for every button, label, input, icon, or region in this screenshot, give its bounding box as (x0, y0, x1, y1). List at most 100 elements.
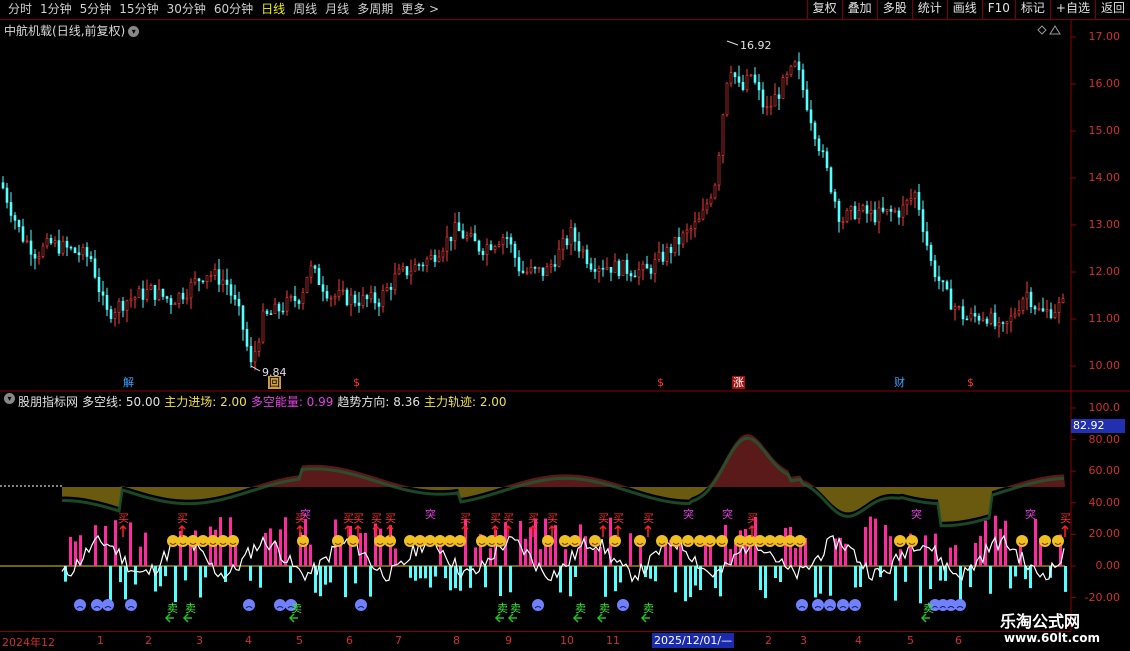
histogram-bar-neg (774, 566, 777, 579)
candle-body (965, 318, 969, 321)
smiley-icon (670, 535, 682, 547)
histogram-bar-neg (159, 566, 162, 587)
sad-face-icon (849, 599, 861, 611)
candle-body (305, 276, 309, 293)
candle-body (853, 205, 857, 219)
candle-body (633, 275, 637, 278)
candle-body (1029, 291, 1033, 308)
candle-body (545, 266, 549, 276)
date-label: 6 (346, 634, 353, 647)
candle-body (741, 82, 745, 90)
buy-arrow (599, 524, 607, 537)
candle-body (1021, 298, 1025, 311)
buy-signal: 买 (613, 512, 624, 525)
candle-body (481, 250, 485, 255)
event-marker[interactable]: 解 (122, 376, 135, 389)
candle-body (997, 322, 1001, 327)
sell-arrow (507, 613, 517, 623)
candle-body (473, 233, 477, 242)
candle-body (345, 289, 349, 306)
candle-body (197, 278, 201, 282)
candle-body (9, 202, 13, 216)
buy-signal: 买 (460, 512, 471, 525)
event-marker[interactable]: $ (656, 376, 665, 389)
candle-body (1033, 306, 1037, 310)
candle-body (1025, 291, 1029, 300)
buy-signal: 买 (385, 512, 396, 525)
candle-body (265, 310, 269, 314)
sad-face-icon (274, 599, 286, 611)
candle-body (433, 254, 437, 262)
candle-body (373, 292, 377, 304)
candle-body (245, 329, 249, 347)
high-pointer (726, 40, 739, 46)
chart-canvas[interactable]: 16.929.84买买买买买买买买买买买买买买买买买突突突突突突卖卖卖卖卖卖卖卖… (0, 0, 1130, 650)
candle-body (621, 259, 625, 276)
histogram-bar-neg (429, 566, 432, 588)
candle-body (153, 285, 157, 300)
indicator-name: 股朋指标网 (18, 395, 79, 409)
candle-body (405, 266, 409, 276)
candle-body (565, 238, 569, 246)
date-label: 2 (145, 634, 152, 647)
candle-body (557, 248, 561, 267)
buy-signal: 买 (490, 512, 501, 525)
histogram-bar-neg (969, 566, 972, 588)
candle-body (833, 191, 837, 202)
candle-body (905, 199, 909, 206)
sell-signal: 卖 (510, 602, 521, 615)
chevron-down-icon[interactable]: ▾ (4, 393, 15, 404)
candle-body (877, 207, 881, 223)
date-label: 2 (765, 634, 772, 647)
candle-body (361, 295, 365, 306)
candle-body (581, 249, 585, 252)
histogram-bar-neg (344, 566, 347, 598)
date-label: 10 (560, 634, 574, 647)
event-marker[interactable]: $ (352, 376, 361, 389)
event-marker[interactable]: 财 (893, 376, 906, 389)
sad-face-icon (243, 599, 255, 611)
triangle-icon (1049, 25, 1061, 35)
candle-body (509, 237, 513, 245)
event-marker[interactable]: 涨 (732, 376, 745, 389)
candle-body (341, 289, 345, 292)
candle-body (233, 295, 237, 300)
buy-signal: 买 (353, 512, 364, 525)
candle-body (597, 267, 601, 272)
histogram-bar-neg (604, 566, 607, 597)
candle-body (493, 246, 497, 250)
candle-body (409, 270, 413, 276)
candle-body (701, 209, 705, 220)
sell-signal: 卖 (167, 602, 178, 615)
candle-body (949, 288, 953, 310)
histogram-bar-pos (364, 533, 367, 566)
candle-body (665, 247, 669, 262)
histogram-bar-neg (989, 566, 992, 594)
indicator-tick: 100.0 (1088, 401, 1121, 414)
candle-body (745, 75, 749, 90)
candle-body (569, 227, 573, 246)
histogram-bar-pos (629, 533, 632, 566)
candle-body (797, 61, 801, 71)
sell-arrow (288, 613, 298, 623)
histogram-bar-neg (699, 566, 702, 591)
candle-body (393, 273, 397, 290)
candle-body (753, 74, 757, 83)
indicator-item-2: 多空能量: 0.99 (250, 395, 334, 409)
candle-body (525, 271, 529, 274)
candle-body (297, 300, 301, 304)
event-marker[interactable]: $ (966, 376, 975, 389)
candle-body (1009, 315, 1013, 323)
event-marker[interactable]: 回 (268, 376, 281, 389)
sad-face-icon (796, 599, 808, 611)
candle-body (333, 295, 337, 299)
date-label: 6 (955, 634, 962, 647)
candle-body (145, 289, 149, 300)
smiley-icon (347, 535, 359, 547)
candle-body (721, 114, 725, 156)
candle-body (241, 305, 245, 330)
histogram-bar-pos (489, 548, 492, 566)
date-label: 3 (800, 634, 807, 647)
buy-signal: 买 (177, 512, 188, 525)
candle-body (329, 297, 333, 300)
